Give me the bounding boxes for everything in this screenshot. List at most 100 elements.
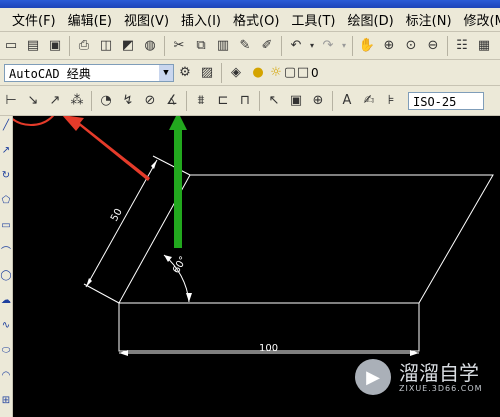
chevron-down-icon[interactable]: ▼ <box>159 64 173 81</box>
dimension-text-angle: 60° <box>171 255 189 276</box>
ordinate-dimension-icon[interactable]: ⁂ <box>67 91 87 111</box>
separator <box>332 90 333 111</box>
paste-icon[interactable]: ▥ <box>213 36 233 56</box>
play-icon: ▶ <box>355 359 391 395</box>
separator <box>281 35 282 56</box>
menu-draw[interactable]: 绘图(D) <box>342 10 400 29</box>
spline-icon[interactable]: ∿ <box>0 316 12 334</box>
angular-dimension-icon[interactable]: ∡ <box>162 91 182 111</box>
undo-dropdown-icon[interactable]: ▾ <box>308 36 316 56</box>
separator <box>447 35 448 56</box>
web-icon[interactable]: ◍ <box>140 36 160 56</box>
separator <box>186 90 187 111</box>
standard-toolbar: ▭ ▤ ▣ ⎙ ◫ ◩ ◍ ✂ ⧉ ▥ ✎ ✐ ↶ ▾ ↷ ▾ ✋ ⊕ ⊙ ⊖ … <box>0 32 500 60</box>
separator <box>259 90 260 111</box>
arc-icon[interactable]: ⌒ <box>0 241 12 259</box>
green-arrow <box>169 116 187 248</box>
new-icon[interactable]: ▭ <box>1 36 21 56</box>
layer-manager-icon[interactable]: ◈ <box>226 63 246 83</box>
menu-file[interactable]: 文件(F) <box>6 10 62 29</box>
revision-cloud-icon[interactable]: ☁ <box>0 291 12 309</box>
separator <box>221 62 222 83</box>
tolerance-icon[interactable]: ▣ <box>286 91 306 111</box>
quick-leader-icon[interactable]: ↖ <box>264 91 284 111</box>
polygon-icon[interactable]: ⬠ <box>0 191 12 209</box>
dimension-style-select[interactable]: ISO-25 <box>408 91 484 110</box>
lock-icon[interactable]: ▢ <box>284 63 296 83</box>
construction-line-icon[interactable]: ↗ <box>0 141 12 159</box>
separator <box>164 35 165 56</box>
dimension-style-value: ISO-25 <box>413 94 457 109</box>
workspace-settings-icon[interactable]: ⚙ <box>175 63 195 83</box>
workspace-select-value: AutoCAD 经典 <box>9 66 91 81</box>
match-properties-icon[interactable]: ✎ <box>235 36 255 56</box>
undo-icon[interactable]: ↶ <box>286 36 306 56</box>
redo-dropdown-icon[interactable]: ▾ <box>340 36 348 56</box>
red-arrow <box>62 116 150 181</box>
separator <box>352 35 353 56</box>
draw-toolbar: ╱ ↗ ↻ ⬠ ▭ ⌒ ◯ ☁ ∿ ⬭ ◠ ⊞ <box>0 116 13 417</box>
copy-icon[interactable]: ⧉ <box>191 36 211 56</box>
ellipse-arc-icon[interactable]: ◠ <box>0 366 12 384</box>
workspace-select[interactable]: AutoCAD 经典 ▼ <box>4 63 174 82</box>
menu-insert[interactable]: 插入(I) <box>175 10 227 29</box>
dimension-update-icon[interactable]: ⊧ <box>381 91 401 111</box>
radius-dimension-icon[interactable]: ◔ <box>96 91 116 111</box>
arc-length-icon[interactable]: ↗ <box>45 91 65 111</box>
pan-icon[interactable]: ✋ <box>357 36 377 56</box>
menu-view[interactable]: 视图(V) <box>118 10 175 29</box>
title-bar <box>0 0 500 8</box>
save-icon[interactable]: ▣ <box>45 36 65 56</box>
save-workspace-icon[interactable]: ▨ <box>197 63 217 83</box>
menu-tools[interactable]: 工具(T) <box>285 10 341 29</box>
watermark-title: 溜溜自学 <box>399 360 479 385</box>
properties-icon[interactable]: ☷ <box>452 36 472 56</box>
menu-format[interactable]: 格式(O) <box>227 10 285 29</box>
highlight-circle <box>13 116 55 126</box>
cut-icon[interactable]: ✂ <box>169 36 189 56</box>
arrowhead <box>86 278 92 287</box>
zoom-realtime-icon[interactable]: ⊕ <box>379 36 399 56</box>
continue-dimension-icon[interactable]: ⊓ <box>235 91 255 111</box>
extension-line <box>83 283 120 304</box>
diameter-dimension-icon[interactable]: ⊘ <box>140 91 160 111</box>
block-editor-icon[interactable]: ✐ <box>257 36 277 56</box>
redo-icon[interactable]: ↷ <box>318 36 338 56</box>
aligned-dimension-icon[interactable]: ↘ <box>23 91 43 111</box>
layer-name[interactable]: 0 <box>311 66 319 80</box>
dimension-edit-icon[interactable]: A <box>337 91 357 111</box>
menu-bar: 文件(F) 编辑(E) 视图(V) 插入(I) 格式(O) 工具(T) 绘图(D… <box>0 8 500 32</box>
menu-edit[interactable]: 编辑(E) <box>62 10 118 29</box>
dimension-toolbar: ⊢ ↘ ↗ ⁂ ◔ ↯ ⊘ ∡ ⩩ ⊏ ⊓ ↖ ▣ ⊕ A ✍ ⊧ ISO-25 <box>0 86 500 116</box>
arrowhead <box>151 160 157 169</box>
publish-icon[interactable]: ◩ <box>118 36 138 56</box>
polyline-icon[interactable]: ↻ <box>0 166 12 184</box>
jogged-dimension-icon[interactable]: ↯ <box>118 91 138 111</box>
workspace-toolbar: AutoCAD 经典 ▼ ⚙ ▨ ◈ ● ☼ ▢ □ 0 <box>0 60 500 86</box>
quick-dimension-icon[interactable]: ⩩ <box>191 91 211 111</box>
menu-modify[interactable]: 修改(M) <box>458 10 500 29</box>
ellipse-icon[interactable]: ⬭ <box>0 341 12 359</box>
bulb-icon[interactable]: ● <box>248 63 268 83</box>
dimension-text-edit-icon[interactable]: ✍ <box>359 91 379 111</box>
baseline-dimension-icon[interactable]: ⊏ <box>213 91 233 111</box>
line-icon[interactable]: ╱ <box>0 116 12 134</box>
preview-icon[interactable]: ◫ <box>96 36 116 56</box>
extension-line <box>152 155 191 176</box>
rectangle-icon[interactable]: ▭ <box>0 216 12 234</box>
linear-dimension-icon[interactable]: ⊢ <box>1 91 21 111</box>
circle-icon[interactable]: ◯ <box>0 266 12 284</box>
menu-dimension[interactable]: 标注(N) <box>400 10 458 29</box>
center-mark-icon[interactable]: ⊕ <box>308 91 328 111</box>
zoom-previous-icon[interactable]: ⊖ <box>423 36 443 56</box>
separator <box>69 35 70 56</box>
watermark-url: ZIXUE.3D66.COM <box>399 383 483 393</box>
insert-block-icon[interactable]: ⊞ <box>0 391 12 409</box>
watermark: ▶ 溜溜自学 ZIXUE.3D66.COM <box>355 352 495 402</box>
design-center-icon[interactable]: ▦ <box>474 36 494 56</box>
arrowhead <box>186 293 192 302</box>
sun-icon[interactable]: ☼ <box>270 63 282 83</box>
zoom-window-icon[interactable]: ⊙ <box>401 36 421 56</box>
open-icon[interactable]: ▤ <box>23 36 43 56</box>
print-icon[interactable]: ⎙ <box>74 36 94 56</box>
